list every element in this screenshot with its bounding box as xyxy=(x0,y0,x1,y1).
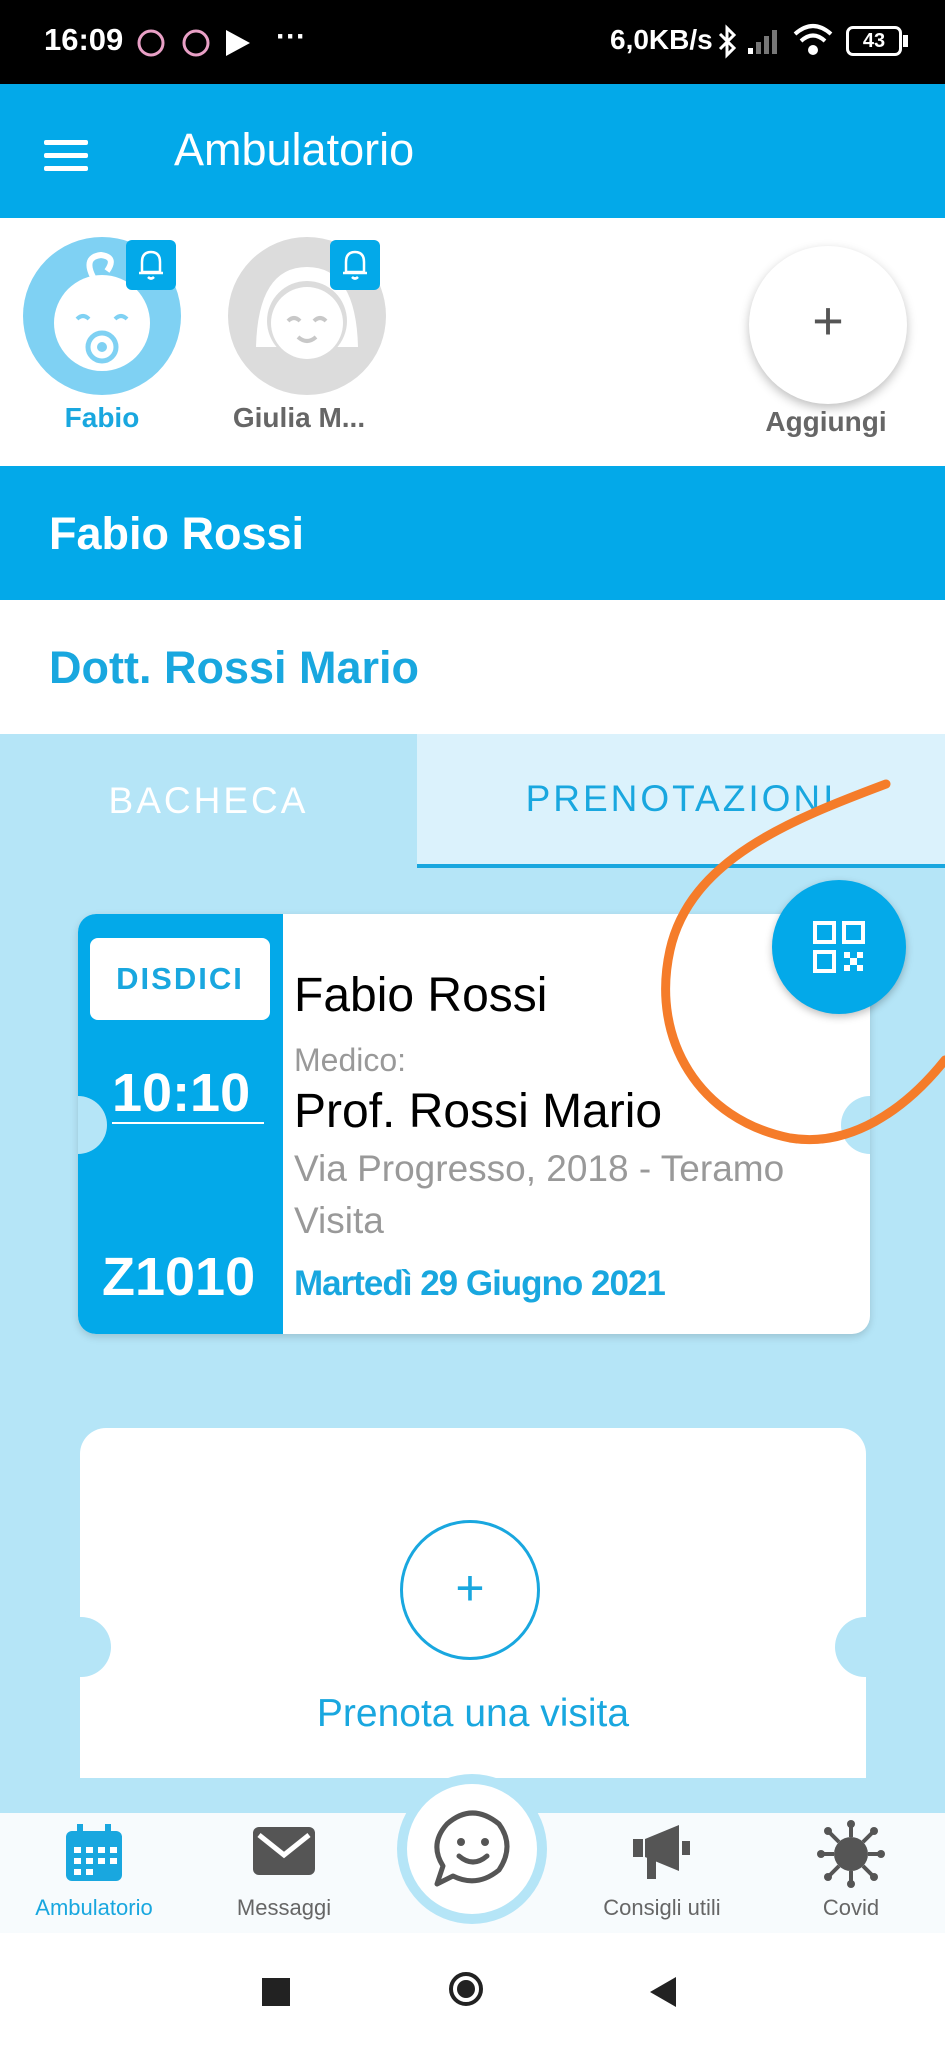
nav-consigli[interactable]: Consigli utili xyxy=(577,1813,747,1933)
virus-icon xyxy=(817,1820,885,1888)
book-visit-card[interactable]: + Prenota una visita xyxy=(51,1428,895,1778)
calendar-icon xyxy=(66,1824,122,1881)
card-notch-right xyxy=(835,1617,895,1677)
back-icon[interactable] xyxy=(646,1975,680,2009)
add-visit-button[interactable]: + xyxy=(400,1520,540,1660)
card-notch-left xyxy=(51,1617,111,1677)
smiley-chat-icon xyxy=(434,1810,510,1887)
nav-label-consigli: Consigli utili xyxy=(603,1895,721,1920)
book-visit-label[interactable]: Prenota una visita xyxy=(80,1692,866,1736)
system-navigation-bar xyxy=(0,1933,945,2048)
home-icon[interactable] xyxy=(449,1972,483,2006)
envelope-icon xyxy=(253,1827,315,1875)
megaphone-icon xyxy=(633,1825,690,1879)
nav-messaggi[interactable]: Messaggi xyxy=(199,1813,369,1933)
nav-covid[interactable]: Covid xyxy=(766,1813,936,1933)
nav-ambulatorio[interactable]: Ambulatorio xyxy=(9,1813,179,1933)
nav-label-messaggi: Messaggi xyxy=(236,1895,332,1920)
nav-label-covid: Covid xyxy=(822,1895,880,1920)
chat-fab-button[interactable] xyxy=(407,1784,537,1914)
nav-label-ambulatorio: Ambulatorio xyxy=(35,1895,153,1920)
recent-apps-icon[interactable] xyxy=(262,1978,290,2006)
